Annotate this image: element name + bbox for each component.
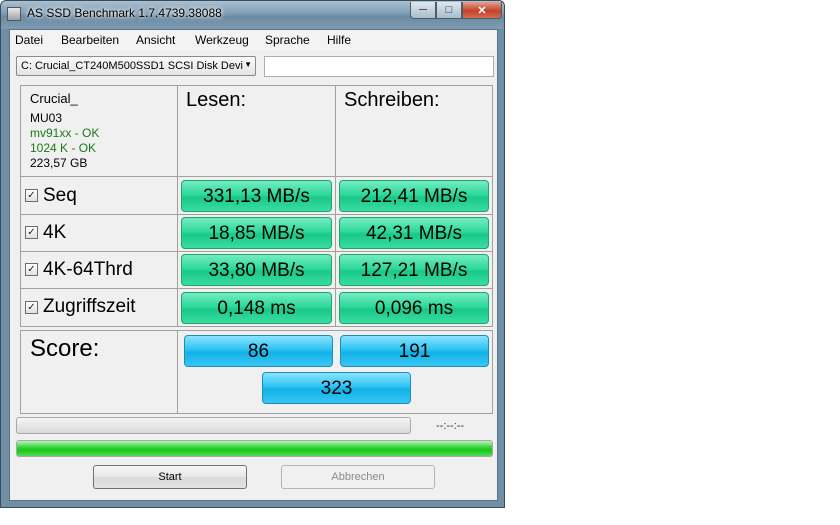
- read-column-header: Lesen:: [177, 85, 336, 177]
- drive-select[interactable]: C: Crucial_CT240M500SSD1 SCSI Disk Devi …: [16, 56, 256, 76]
- 4k-read-cell: 18,85 MB/s: [177, 214, 336, 252]
- menu-sprache[interactable]: Sprache: [265, 33, 310, 47]
- drive-select-value: C: Crucial_CT240M500SSD1 SCSI Disk Devi: [21, 60, 243, 72]
- start-button[interactable]: Start: [93, 465, 247, 489]
- overall-progress-fill: [17, 441, 492, 456]
- menu-ansicht[interactable]: Ansicht: [136, 33, 175, 47]
- read-header-label: Lesen:: [186, 89, 247, 111]
- score-label: Score:: [30, 335, 100, 362]
- seq-write-cell: 212,41 MB/s: [335, 176, 493, 215]
- score-total: 323: [262, 372, 411, 404]
- 4k-64thrd-checkbox[interactable]: ✓: [25, 263, 38, 276]
- seq-read-cell: 331,13 MB/s: [177, 176, 336, 215]
- alignment-status: 1024 K - OK: [30, 141, 97, 155]
- seq-write-value: 212,41 MB/s: [339, 180, 489, 212]
- access-time-label: Zugriffszeit: [43, 296, 136, 317]
- 4k-label: 4K: [43, 222, 67, 243]
- access-time-write-cell: 0,096 ms: [335, 288, 493, 327]
- seq-read-value: 331,13 MB/s: [181, 180, 332, 212]
- row-label-4k: ✓ 4K: [20, 214, 178, 252]
- menu-bearbeiten[interactable]: Bearbeiten: [61, 33, 119, 47]
- 4k-write-cell: 42,31 MB/s: [335, 214, 493, 252]
- title-bar[interactable]: AS SSD Benchmark 1.7.4739.38088 ─ □ ✕: [1, 1, 504, 29]
- score-read: 86: [184, 335, 333, 367]
- chevron-down-icon[interactable]: ▼: [244, 60, 252, 69]
- maximize-button[interactable]: □: [436, 2, 462, 19]
- elapsed-time: --:--:--: [436, 420, 465, 432]
- access-time-checkbox[interactable]: ✓: [25, 301, 38, 314]
- client-area: Datei Bearbeiten Ansicht Werkzeug Sprach…: [9, 29, 498, 501]
- drive-size: 223,57 GB: [30, 156, 88, 170]
- access-time-read-value: 0,148 ms: [181, 292, 332, 324]
- score-label-cell: Score:: [20, 330, 178, 414]
- row-label-access-time: ✓ Zugriffszeit: [20, 288, 178, 327]
- 4k-checkbox[interactable]: ✓: [25, 226, 38, 239]
- drive-model: Crucial_: [30, 91, 78, 106]
- score-values-cell: 86 191 323: [177, 330, 493, 414]
- menu-bar: Datei Bearbeiten Ansicht Werkzeug Sprach…: [10, 30, 497, 50]
- close-button[interactable]: ✕: [462, 2, 502, 19]
- drive-firmware: MU03: [30, 111, 63, 125]
- row-label-seq: ✓ Seq: [20, 176, 178, 215]
- menu-hilfe[interactable]: Hilfe: [327, 33, 351, 47]
- app-window: AS SSD Benchmark 1.7.4739.38088 ─ □ ✕ Da…: [0, 0, 505, 508]
- 4k-64thrd-write-cell: 127,21 MB/s: [335, 251, 493, 289]
- menu-datei[interactable]: Datei: [15, 33, 43, 47]
- seq-label: Seq: [43, 185, 77, 206]
- 4k-64thrd-label: 4K-64Thrd: [43, 259, 133, 280]
- row-label-4k-64thrd: ✓ 4K-64Thrd: [20, 251, 178, 289]
- score-write: 191: [340, 335, 489, 367]
- abort-button[interactable]: Abbrechen: [281, 465, 435, 489]
- 4k-64thrd-write-value: 127,21 MB/s: [339, 254, 489, 286]
- seq-checkbox[interactable]: ✓: [25, 189, 38, 202]
- status-textbox[interactable]: [264, 56, 494, 77]
- drive-info-panel: Crucial_ MU03 mv91xx - OK 1024 K - OK 22…: [20, 85, 178, 177]
- access-time-read-cell: 0,148 ms: [177, 288, 336, 327]
- write-column-header: Schreiben:: [335, 85, 493, 177]
- 4k-64thrd-read-value: 33,80 MB/s: [181, 254, 332, 286]
- test-progress-bar: [16, 417, 411, 434]
- window-title: AS SSD Benchmark 1.7.4739.38088: [27, 6, 222, 20]
- overall-progress-bar: [16, 440, 493, 457]
- menu-werkzeug[interactable]: Werkzeug: [195, 33, 249, 47]
- 4k-write-value: 42,31 MB/s: [339, 217, 489, 249]
- app-drive-icon: [7, 7, 21, 21]
- access-time-write-value: 0,096 ms: [339, 292, 489, 324]
- 4k-64thrd-read-cell: 33,80 MB/s: [177, 251, 336, 289]
- minimize-button[interactable]: ─: [410, 2, 436, 19]
- driver-status: mv91xx - OK: [30, 126, 100, 140]
- write-header-label: Schreiben:: [344, 89, 440, 111]
- 4k-read-value: 18,85 MB/s: [181, 217, 332, 249]
